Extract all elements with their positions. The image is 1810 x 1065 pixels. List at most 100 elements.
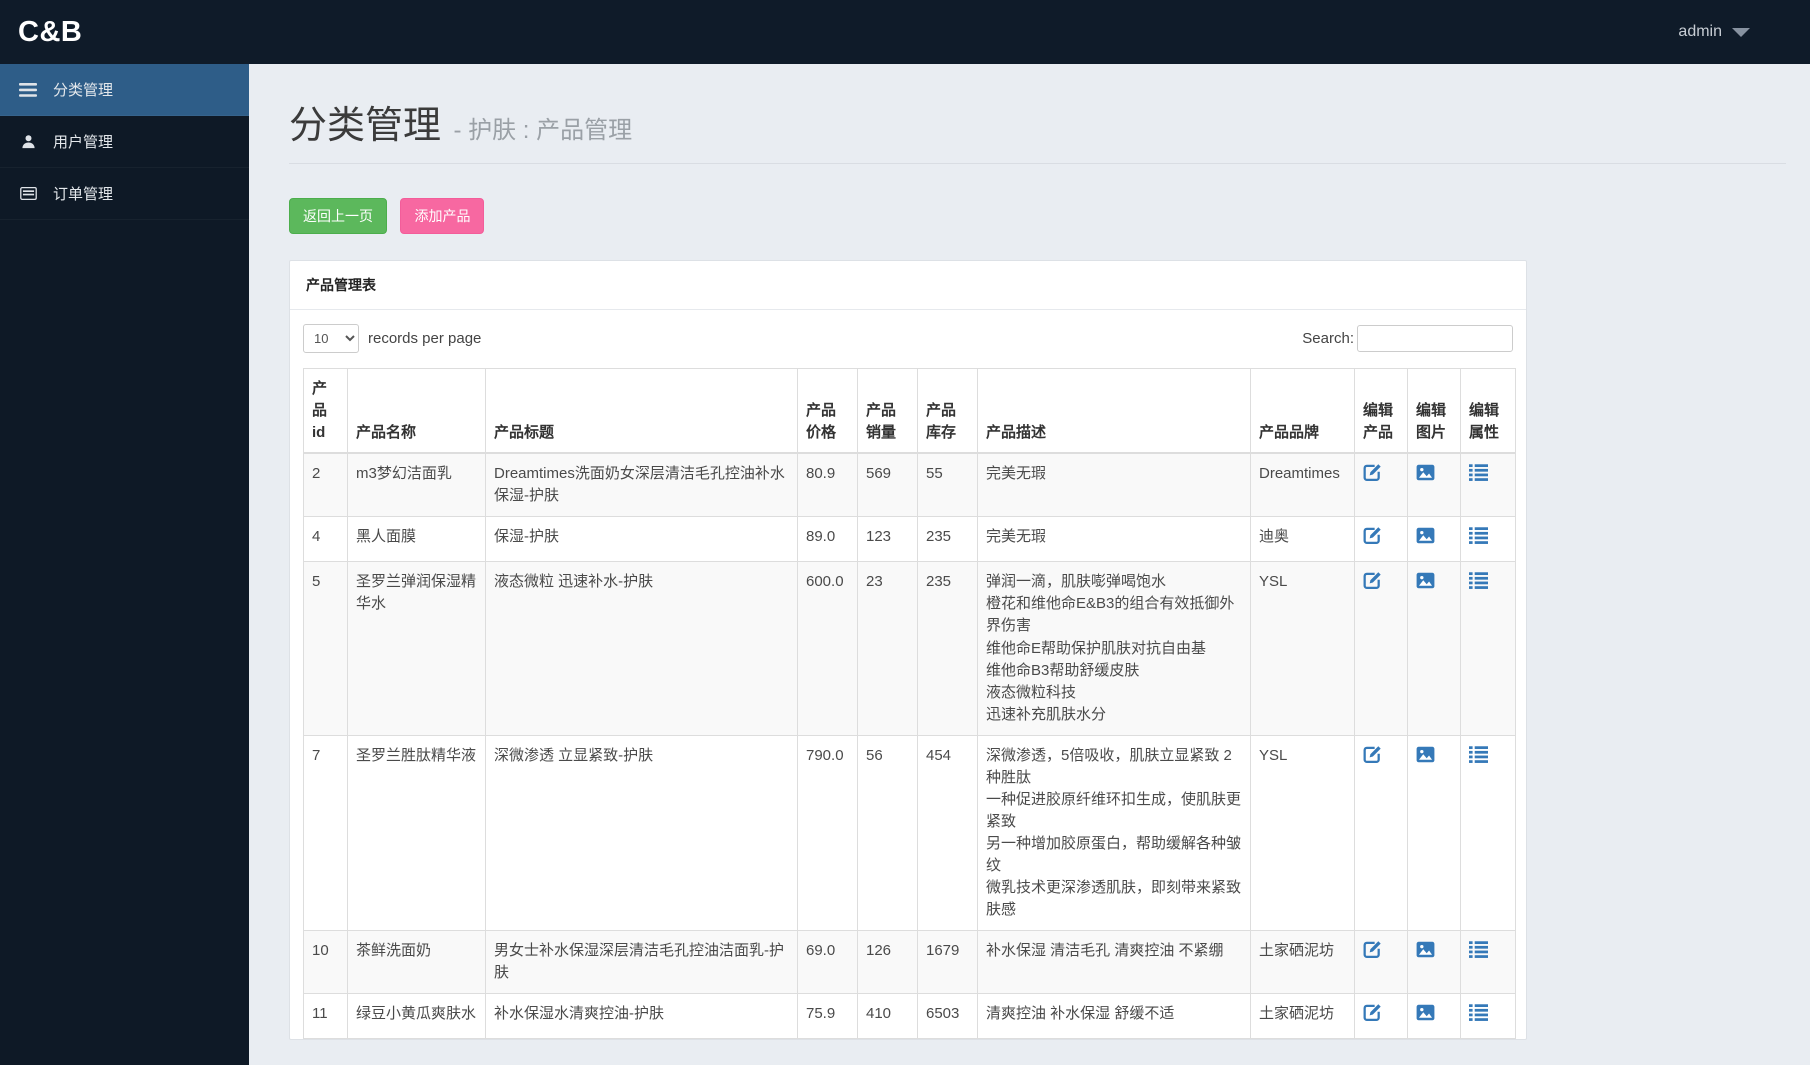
order-icon [18,187,38,200]
table-row: 2 m3梦幻洁面乳 Dreamtimes洗面奶女深层清洁毛孔控油补水保湿-护肤 80.… [303,452,1516,518]
panel-title: 产品管理表 [290,261,1526,310]
menu-icon [18,82,38,97]
cell-action [1407,993,1461,1040]
page-subtitle: - 护肤 : 产品管理 [453,117,633,144]
edit-image-icon[interactable] [1416,463,1435,482]
cell-brand: YSL [1250,734,1355,932]
edit-attributes-icon[interactable] [1469,745,1488,764]
back-button[interactable]: 返回上一页 [289,198,387,234]
col-header-price: 产品价格 [797,368,858,455]
col-header-image: 编辑图片 [1407,368,1461,455]
cell-stock: 6503 [917,993,978,1040]
cell-title: 补水保湿水清爽控油-护肤 [485,993,798,1040]
table-row: 7 圣罗兰胜肽精华液 深微渗透 立显紧致-护肤 790.0 56 454 深微渗透，5倍吸收… [303,734,1516,932]
search-input[interactable] [1357,325,1513,352]
cell-desc: 清爽控油 补水保湿 舒缓不适 [977,993,1251,1040]
chevron-down-icon [1732,27,1750,37]
cell-title: 深微渗透 立显紧致-护肤 [485,734,798,932]
cell-action [1354,734,1408,932]
edit-image-icon[interactable] [1416,571,1435,590]
col-header-name: 产品名称 [347,368,486,455]
cell-action [1407,561,1461,736]
add-product-button[interactable]: 添加产品 [400,198,485,234]
edit-product-icon[interactable] [1363,940,1382,959]
cell-sales: 410 [857,993,918,1040]
edit-product-icon[interactable] [1363,526,1382,545]
edit-attributes-icon[interactable] [1469,526,1488,545]
sidebar-item-category-management[interactable]: 分类管理 [0,64,249,116]
product-table-body: 2 m3梦幻洁面乳 Dreamtimes洗面奶女深层清洁毛孔控油补水保湿-护肤 80.… [303,452,1516,1040]
edit-product-icon[interactable] [1363,571,1382,590]
edit-attributes-icon[interactable] [1469,940,1488,959]
sidebar-item-label: 用户管理 [53,134,114,151]
edit-product-icon[interactable] [1363,745,1382,764]
cell-action [1460,930,1516,995]
cell-title: Dreamtimes洗面奶女深层清洁毛孔控油补水保湿-护肤 [485,452,798,518]
cell-brand: 土家硒泥坊 [1250,930,1355,995]
sidebar-item-order-management[interactable]: 订单管理 [0,168,249,220]
cell-desc: 深微渗透，5倍吸收，肌肤立显紧致 2种胜肽 一种促进胶原纤维环扣生成，使肌肤更紧… [977,734,1251,932]
edit-attributes-icon[interactable] [1469,1003,1488,1022]
page-header: 分类管理 - 护肤 : 产品管理 [289,94,1786,164]
cell-desc: 补水保湿 清洁毛孔 清爽控油 不紧绷 [977,930,1251,995]
col-header-id: 产品id [303,368,348,455]
col-header-desc: 产品描述 [977,368,1251,455]
cell-action [1354,930,1408,995]
cell-title: 液态微粒 迅速补水-护肤 [485,561,798,736]
cell-stock: 1679 [917,930,978,995]
cell-stock: 235 [917,516,978,563]
cell-sales: 569 [857,452,918,518]
search-label: Search: [1302,330,1354,347]
cell-name: 圣罗兰胜肽精华液 [347,734,486,932]
cell-action [1460,452,1516,518]
sidebar-item-user-management[interactable]: 用户管理 [0,116,249,168]
table-row: 4 黑人面膜 保湿-护肤 89.0 123 235 完美无瑕 迪奥 [303,516,1516,563]
user-name: admin [1678,23,1722,40]
cell-price: 75.9 [797,993,858,1040]
edit-image-icon[interactable] [1416,940,1435,959]
records-per-page-label: records per page [368,330,482,347]
edit-image-icon[interactable] [1416,526,1435,545]
edit-attributes-icon[interactable] [1469,571,1488,590]
edit-product-icon[interactable] [1363,1003,1382,1022]
cell-action [1407,516,1461,563]
cell-action [1407,734,1461,932]
cell-action [1460,516,1516,563]
cell-sales: 123 [857,516,918,563]
cell-name: m3梦幻洁面乳 [347,452,486,518]
cell-price: 89.0 [797,516,858,563]
edit-image-icon[interactable] [1416,745,1435,764]
cell-action [1407,930,1461,995]
edit-image-icon[interactable] [1416,1003,1435,1022]
sidebar: 分类管理 用户管理 订单管理 [0,64,249,1065]
col-header-edit: 编辑产品 [1354,368,1408,455]
page-size-select[interactable]: 10 [303,324,359,353]
cell-action [1354,452,1408,518]
cell-name: 圣罗兰弹润保湿精华水 [347,561,486,736]
cell-price: 69.0 [797,930,858,995]
cell-sales: 23 [857,561,918,736]
cell-id: 2 [303,452,348,518]
cell-desc: 完美无瑕 [977,452,1251,518]
cell-action [1354,993,1408,1040]
cell-name: 茶鲜洗面奶 [347,930,486,995]
table-row: 11 绿豆小黄瓜爽肤水 补水保湿水清爽控油-护肤 75.9 410 6503 清爽控油 补水… [303,993,1516,1040]
app-logo: C&B [18,15,83,48]
edit-attributes-icon[interactable] [1469,463,1488,482]
table-header-row: 产品id 产品名称 产品标题 产品价格 产品销量 产品库存 产品描述 产品品牌 … [303,368,1516,455]
cell-action [1460,734,1516,932]
cell-desc: 完美无瑕 [977,516,1251,563]
cell-id: 7 [303,734,348,932]
cell-stock: 55 [917,452,978,518]
edit-product-icon[interactable] [1363,463,1382,482]
user-menu[interactable]: admin [1678,23,1750,41]
toolbar: 返回上一页 添加产品 [289,198,1810,234]
table-row: 5 圣罗兰弹润保湿精华水 液态微粒 迅速补水-护肤 600.0 23 235 弹润一滴，肌肤… [303,561,1516,736]
cell-id: 11 [303,993,348,1040]
cell-brand: 迪奥 [1250,516,1355,563]
cell-sales: 56 [857,734,918,932]
cell-sales: 126 [857,930,918,995]
cell-id: 4 [303,516,348,563]
table-row: 10 茶鲜洗面奶 男女士补水保湿深层清洁毛孔控油洁面乳-护肤 69.0 126 1679 补… [303,930,1516,995]
product-table: 产品id 产品名称 产品标题 产品价格 产品销量 产品库存 产品描述 产品品牌 … [303,368,1516,1040]
